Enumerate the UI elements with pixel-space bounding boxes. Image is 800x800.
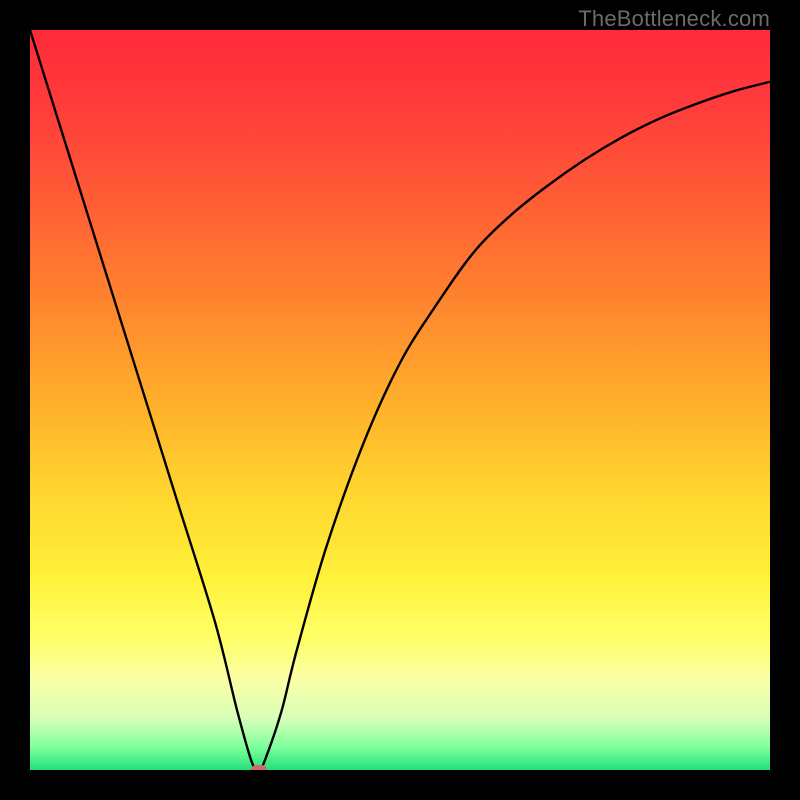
chart-frame: TheBottleneck.com <box>0 0 800 800</box>
curve-layer <box>30 30 770 770</box>
watermark-text: TheBottleneck.com <box>578 6 770 32</box>
bottleneck-curve <box>30 30 770 770</box>
plot-area <box>30 30 770 770</box>
optimal-marker <box>251 765 267 770</box>
